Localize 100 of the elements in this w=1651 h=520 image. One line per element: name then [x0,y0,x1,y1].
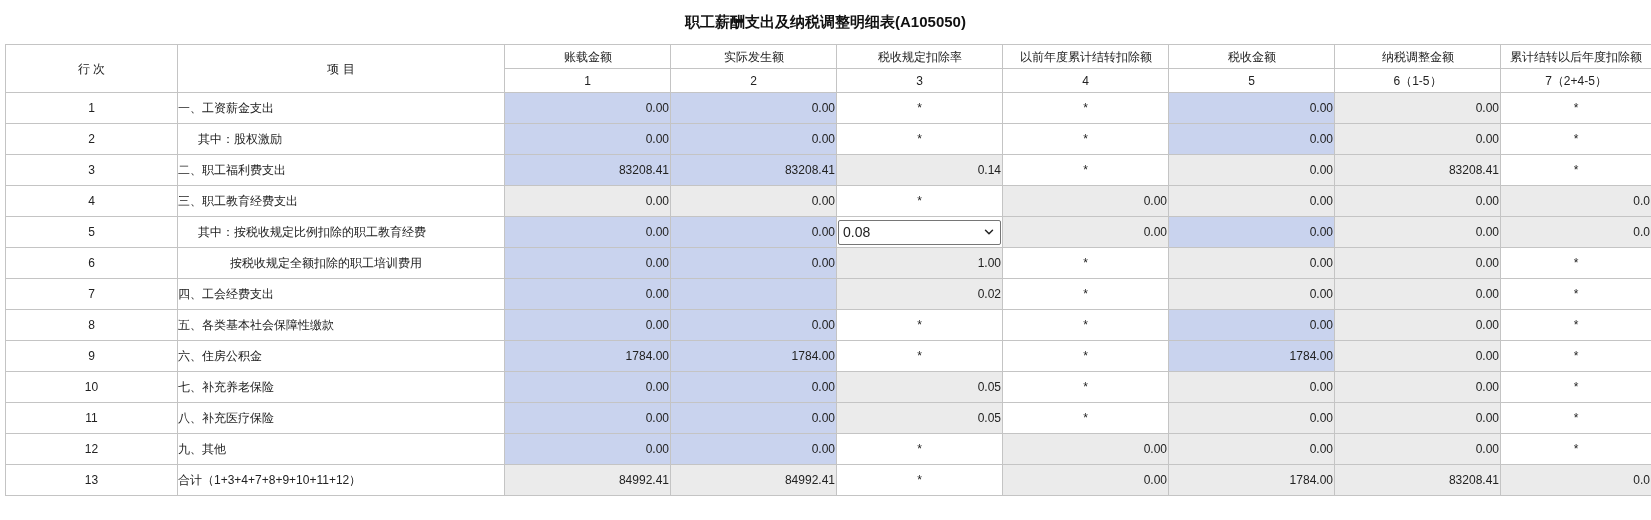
input-cell[interactable]: 0.00 [504,371,671,403]
input-cell[interactable]: 0.00 [670,433,837,465]
input-cell[interactable]: 0.00 [1168,216,1335,248]
item-label: 六、住房公积金 [177,340,505,372]
column-header: 累计结转以后年度扣除额 [1500,44,1651,69]
table-cell: 0.14 [836,154,1003,186]
column-number: 1 [504,68,671,93]
table-cell: 0.0 [1500,216,1651,248]
table-cell: * [1002,340,1169,372]
table-cell: * [1002,278,1169,310]
item-label: 四、工会经费支出 [177,278,505,310]
table-cell: 0.0 [1500,464,1651,496]
input-cell[interactable]: 0.00 [1168,309,1335,341]
table-cell: * [1500,278,1651,310]
table-cell: 0.00 [1002,185,1169,217]
table-cell: 84992.41 [670,464,837,496]
table-cell: 0.00 [1334,92,1501,124]
table-cell: * [836,340,1003,372]
input-cell[interactable]: 0.00 [670,92,837,124]
input-cell[interactable]: 0.00 [504,216,671,248]
table-cell: * [1500,247,1651,279]
input-cell[interactable] [670,278,837,310]
table-cell: 1.00 [836,247,1003,279]
item-label: 其中：股权激励 [177,123,505,155]
column-header: 账载金额 [504,44,671,69]
table-cell: 0.00 [1334,185,1501,217]
table-cell: 0.00 [1002,216,1169,248]
line-number: 1 [5,92,178,124]
table-cell: 0.02 [836,278,1003,310]
table-cell: 0.00 [1334,247,1501,279]
input-cell[interactable]: 0.00 [670,402,837,434]
input-cell[interactable]: 0.00 [670,247,837,279]
table-cell: * [1002,309,1169,341]
table-cell: 1784.00 [1168,464,1335,496]
input-cell[interactable]: 1784.00 [670,340,837,372]
table-cell: 0.05 [836,402,1003,434]
column-header: 实际发生额 [670,44,837,69]
table-cell: 0.00 [1168,371,1335,403]
input-cell[interactable]: 0.00 [504,309,671,341]
table-cell: 83208.41 [1334,464,1501,496]
item-label: 五、各类基本社会保障性缴款 [177,309,505,341]
item-label: 三、职工教育经费支出 [177,185,505,217]
line-number: 11 [5,402,178,434]
input-cell[interactable]: 0.00 [670,216,837,248]
table-cell: * [1500,402,1651,434]
table-cell: 0.05 [836,371,1003,403]
line-number: 4 [5,185,178,217]
item-label: 按税收规定全额扣除的职工培训费用 [177,247,505,279]
input-cell[interactable]: 0.00 [504,278,671,310]
table-cell: 0.00 [1334,216,1501,248]
input-cell[interactable]: 83208.41 [670,154,837,186]
table-cell: 0.00 [1168,433,1335,465]
table-cell: 0.00 [1168,247,1335,279]
line-number: 7 [5,278,178,310]
table-cell: 83208.41 [1334,154,1501,186]
table-cell: 0.00 [1334,340,1501,372]
column-number: 5 [1168,68,1335,93]
input-cell[interactable]: 0.00 [670,123,837,155]
input-cell[interactable]: 1784.00 [1168,340,1335,372]
item-label: 八、补充医疗保险 [177,402,505,434]
table-cell: * [836,185,1003,217]
table-cell: * [1002,154,1169,186]
input-cell[interactable]: 0.00 [1168,92,1335,124]
column-header: 税收金额 [1168,44,1335,69]
table-cell: * [1500,340,1651,372]
table-cell: 0.00 [1168,154,1335,186]
table-cell: 0.00 [1334,433,1501,465]
input-cell[interactable]: 83208.41 [504,154,671,186]
table-cell: * [1002,402,1169,434]
input-cell[interactable]: 1784.00 [504,340,671,372]
input-cell[interactable]: 0.00 [504,92,671,124]
line-number: 2 [5,123,178,155]
table-cell: 0.00 [1168,278,1335,310]
input-cell[interactable]: 0.00 [504,402,671,434]
table-cell: 84992.41 [504,464,671,496]
table-cell: * [836,309,1003,341]
column-number: 7（2+4-5） [1500,68,1651,93]
column-header: 行 次 [5,44,178,93]
item-label: 一、工资薪金支出 [177,92,505,124]
column-header: 项 目 [177,44,505,93]
line-number: 6 [5,247,178,279]
input-cell[interactable]: 0.00 [670,309,837,341]
input-cell[interactable]: 0.00 [504,123,671,155]
line-number: 12 [5,433,178,465]
input-cell[interactable]: 0.00 [504,247,671,279]
line-number: 8 [5,309,178,341]
table-cell: 0.00 [1002,464,1169,496]
rate-dropdown[interactable]: 0.08 [838,219,1001,245]
table-cell: 0.00 [670,185,837,217]
item-label: 七、补充养老保险 [177,371,505,403]
table-cell: * [1500,154,1651,186]
table-cell: 0.00 [1334,309,1501,341]
column-header: 以前年度累计结转扣除额 [1002,44,1169,69]
item-label: 九、其他 [177,433,505,465]
input-cell[interactable]: 0.00 [1168,123,1335,155]
column-header: 税收规定扣除率 [836,44,1003,69]
column-number: 3 [836,68,1003,93]
input-cell[interactable]: 0.00 [670,371,837,403]
input-cell[interactable]: 0.00 [504,433,671,465]
report-title: 职工薪酬支出及纳税调整明细表(A105050) [685,11,966,32]
